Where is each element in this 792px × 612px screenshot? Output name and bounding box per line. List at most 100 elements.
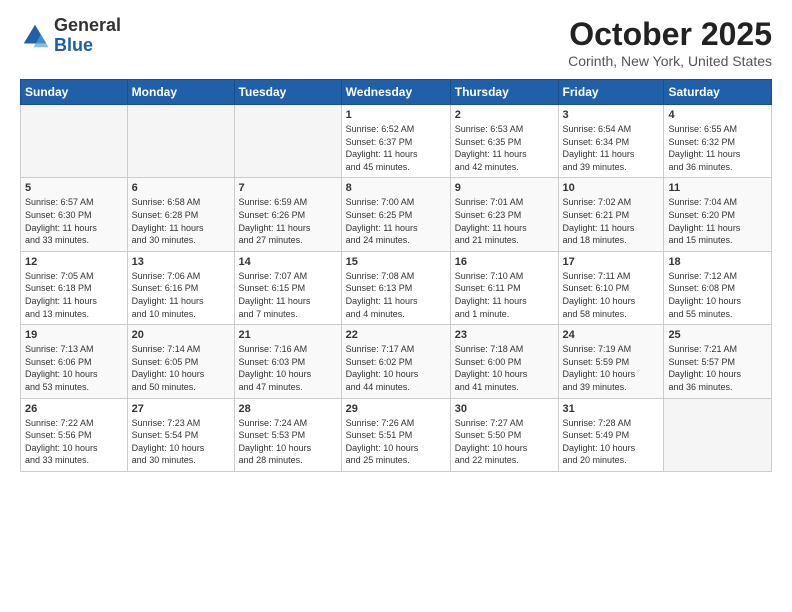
calendar-cell: 30Sunrise: 7:27 AM Sunset: 5:50 PM Dayli… bbox=[450, 398, 558, 471]
day-info: Sunrise: 7:17 AM Sunset: 6:02 PM Dayligh… bbox=[346, 343, 446, 393]
day-number: 24 bbox=[563, 329, 660, 341]
day-info: Sunrise: 7:02 AM Sunset: 6:21 PM Dayligh… bbox=[563, 196, 660, 246]
day-number: 9 bbox=[455, 182, 554, 194]
day-info: Sunrise: 6:54 AM Sunset: 6:34 PM Dayligh… bbox=[563, 123, 660, 173]
day-number: 13 bbox=[132, 256, 230, 268]
day-info: Sunrise: 7:18 AM Sunset: 6:00 PM Dayligh… bbox=[455, 343, 554, 393]
calendar-cell: 31 Sunrise: 7:28 AM Sunset: 5:49 PM Dayli… bbox=[558, 398, 664, 471]
day-number: 11 bbox=[668, 182, 767, 194]
day-number: 15 bbox=[346, 256, 446, 268]
week-row-5: 26 Sunrise: 7:22 AM Sunset: 5:56 PM Dayli… bbox=[21, 398, 772, 471]
calendar-cell: 18 Sunrise: 7:12 AM Sunset: 6:08 PM Dayli… bbox=[664, 251, 772, 324]
calendar-cell: 19 Sunrise: 7:13 AM Sunset: 6:06 PM Dayli… bbox=[21, 325, 128, 398]
day-number: 14 bbox=[239, 256, 337, 268]
day-info: Sunrise: 7:06 AM Sunset: 6:16 PM Dayligh… bbox=[132, 270, 230, 320]
day-number: 25 bbox=[668, 329, 767, 341]
day-info: Sunrise: 7:28 AM Sunset: 5:49 PM Dayligh… bbox=[563, 417, 660, 467]
calendar-cell: 11Sunrise: 7:04 AM Sunset: 6:20 PM Dayli… bbox=[664, 178, 772, 251]
calendar-cell bbox=[21, 105, 128, 178]
day-number: 18 bbox=[668, 256, 767, 268]
day-number: 22 bbox=[346, 329, 446, 341]
calendar-cell: 28Sunrise: 7:24 AM Sunset: 5:53 PM Dayli… bbox=[234, 398, 341, 471]
day-number: 30 bbox=[455, 403, 554, 415]
calendar-cell: 17 Sunrise: 7:11 AM Sunset: 6:10 PM Dayli… bbox=[558, 251, 664, 324]
calendar-cell: 22 Sunrise: 7:17 AM Sunset: 6:02 PM Dayli… bbox=[341, 325, 450, 398]
day-number: 31 bbox=[563, 403, 660, 415]
title-section: October 2025 Corinth, New York, United S… bbox=[568, 16, 772, 69]
day-number: 23 bbox=[455, 329, 554, 341]
calendar-cell: 3 Sunrise: 6:54 AM Sunset: 6:34 PM Daylig… bbox=[558, 105, 664, 178]
day-number: 17 bbox=[563, 256, 660, 268]
page-container: General Blue October 2025 Corinth, New Y… bbox=[0, 0, 792, 482]
day-info: Sunrise: 7:12 AM Sunset: 6:08 PM Dayligh… bbox=[668, 270, 767, 320]
day-info: Sunrise: 6:58 AM Sunset: 6:28 PM Dayligh… bbox=[132, 196, 230, 246]
calendar-cell: 10Sunrise: 7:02 AM Sunset: 6:21 PM Dayli… bbox=[558, 178, 664, 251]
weekday-header-sunday: Sunday bbox=[21, 80, 128, 105]
week-row-4: 19 Sunrise: 7:13 AM Sunset: 6:06 PM Dayli… bbox=[21, 325, 772, 398]
calendar-cell: 20Sunrise: 7:14 AM Sunset: 6:05 PM Dayli… bbox=[127, 325, 234, 398]
logo-icon bbox=[20, 21, 50, 51]
week-row-3: 12 Sunrise: 7:05 AM Sunset: 6:18 PM Dayli… bbox=[21, 251, 772, 324]
day-info: Sunrise: 7:05 AM Sunset: 6:18 PM Dayligh… bbox=[25, 270, 123, 320]
day-number: 4 bbox=[668, 109, 767, 121]
day-number: 16 bbox=[455, 256, 554, 268]
day-info: Sunrise: 6:53 AM Sunset: 6:35 PM Dayligh… bbox=[455, 123, 554, 173]
day-info: Sunrise: 7:08 AM Sunset: 6:13 PM Dayligh… bbox=[346, 270, 446, 320]
calendar-cell: 16 Sunrise: 7:10 AM Sunset: 6:11 PM Dayli… bbox=[450, 251, 558, 324]
calendar-cell: 29 Sunrise: 7:26 AM Sunset: 5:51 PM Dayli… bbox=[341, 398, 450, 471]
day-number: 21 bbox=[239, 329, 337, 341]
page-header: General Blue October 2025 Corinth, New Y… bbox=[20, 16, 772, 69]
logo-blue-text: Blue bbox=[54, 36, 121, 56]
calendar-cell: 26 Sunrise: 7:22 AM Sunset: 5:56 PM Dayli… bbox=[21, 398, 128, 471]
week-row-1: 1 Sunrise: 6:52 AM Sunset: 6:37 PM Daylig… bbox=[21, 105, 772, 178]
calendar-cell: 7 Sunrise: 6:59 AM Sunset: 6:26 PM Daylig… bbox=[234, 178, 341, 251]
weekday-header-monday: Monday bbox=[127, 80, 234, 105]
day-info: Sunrise: 6:55 AM Sunset: 6:32 PM Dayligh… bbox=[668, 123, 767, 173]
day-info: Sunrise: 6:57 AM Sunset: 6:30 PM Dayligh… bbox=[25, 196, 123, 246]
calendar-cell bbox=[127, 105, 234, 178]
day-info: Sunrise: 7:07 AM Sunset: 6:15 PM Dayligh… bbox=[239, 270, 337, 320]
calendar-cell: 4 Sunrise: 6:55 AM Sunset: 6:32 PM Daylig… bbox=[664, 105, 772, 178]
day-info: Sunrise: 7:00 AM Sunset: 6:25 PM Dayligh… bbox=[346, 196, 446, 246]
day-info: Sunrise: 6:59 AM Sunset: 6:26 PM Dayligh… bbox=[239, 196, 337, 246]
day-info: Sunrise: 7:19 AM Sunset: 5:59 PM Dayligh… bbox=[563, 343, 660, 393]
day-number: 20 bbox=[132, 329, 230, 341]
calendar-cell: 5 Sunrise: 6:57 AM Sunset: 6:30 PM Daylig… bbox=[21, 178, 128, 251]
day-number: 1 bbox=[346, 109, 446, 121]
day-info: Sunrise: 6:52 AM Sunset: 6:37 PM Dayligh… bbox=[346, 123, 446, 173]
weekday-header-wednesday: Wednesday bbox=[341, 80, 450, 105]
logo-text: General Blue bbox=[54, 16, 121, 56]
day-number: 28 bbox=[239, 403, 337, 415]
weekday-header-friday: Friday bbox=[558, 80, 664, 105]
weekday-header-saturday: Saturday bbox=[664, 80, 772, 105]
calendar-cell: 15 Sunrise: 7:08 AM Sunset: 6:13 PM Dayli… bbox=[341, 251, 450, 324]
calendar-cell: 23 Sunrise: 7:18 AM Sunset: 6:00 PM Dayli… bbox=[450, 325, 558, 398]
calendar-cell: 24 Sunrise: 7:19 AM Sunset: 5:59 PM Dayli… bbox=[558, 325, 664, 398]
day-info: Sunrise: 7:22 AM Sunset: 5:56 PM Dayligh… bbox=[25, 417, 123, 467]
logo: General Blue bbox=[20, 16, 121, 56]
week-row-2: 5 Sunrise: 6:57 AM Sunset: 6:30 PM Daylig… bbox=[21, 178, 772, 251]
day-number: 19 bbox=[25, 329, 123, 341]
day-number: 8 bbox=[346, 182, 446, 194]
calendar-cell: 21 Sunrise: 7:16 AM Sunset: 6:03 PM Dayli… bbox=[234, 325, 341, 398]
logo-general-text: General bbox=[54, 16, 121, 36]
day-number: 3 bbox=[563, 109, 660, 121]
day-info: Sunrise: 7:16 AM Sunset: 6:03 PM Dayligh… bbox=[239, 343, 337, 393]
day-number: 6 bbox=[132, 182, 230, 194]
day-number: 26 bbox=[25, 403, 123, 415]
day-number: 27 bbox=[132, 403, 230, 415]
calendar-cell: 12 Sunrise: 7:05 AM Sunset: 6:18 PM Dayli… bbox=[21, 251, 128, 324]
day-number: 29 bbox=[346, 403, 446, 415]
day-number: 2 bbox=[455, 109, 554, 121]
day-info: Sunrise: 7:10 AM Sunset: 6:11 PM Dayligh… bbox=[455, 270, 554, 320]
calendar-cell: 14 Sunrise: 7:07 AM Sunset: 6:15 PM Dayli… bbox=[234, 251, 341, 324]
day-info: Sunrise: 7:26 AM Sunset: 5:51 PM Dayligh… bbox=[346, 417, 446, 467]
location-text: Corinth, New York, United States bbox=[568, 53, 772, 69]
calendar-cell bbox=[234, 105, 341, 178]
calendar-cell: 6 Sunrise: 6:58 AM Sunset: 6:28 PM Daylig… bbox=[127, 178, 234, 251]
day-info: Sunrise: 7:11 AM Sunset: 6:10 PM Dayligh… bbox=[563, 270, 660, 320]
day-number: 5 bbox=[25, 182, 123, 194]
day-info: Sunrise: 7:13 AM Sunset: 6:06 PM Dayligh… bbox=[25, 343, 123, 393]
day-number: 12 bbox=[25, 256, 123, 268]
day-number: 7 bbox=[239, 182, 337, 194]
